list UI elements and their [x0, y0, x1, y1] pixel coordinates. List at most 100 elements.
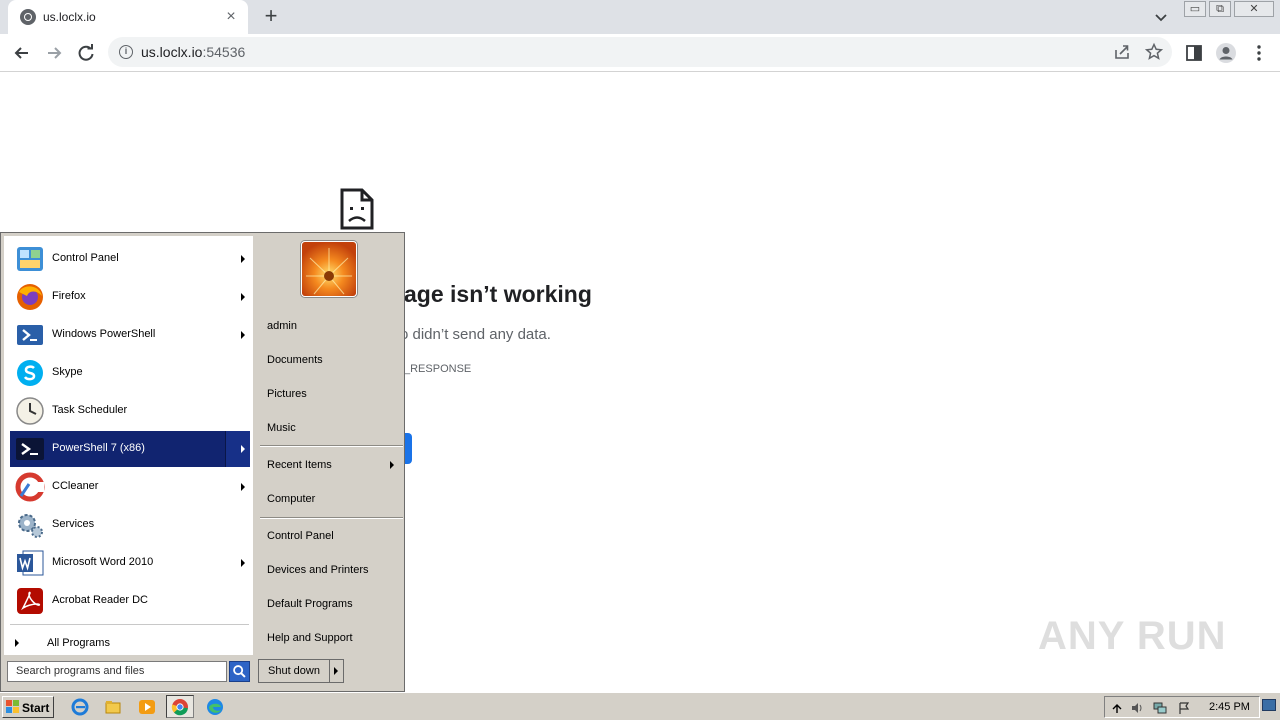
- start-menu-link-label: Control Panel: [267, 530, 334, 542]
- error-description: o didn’t send any data.: [400, 326, 551, 343]
- forward-icon[interactable]: [41, 40, 67, 66]
- start-menu-link-label: Default Programs: [267, 598, 353, 610]
- start-menu-item-label: Microsoft Word 2010: [52, 556, 154, 568]
- window-close-button[interactable]: ✕: [1234, 1, 1274, 17]
- start-menu-link[interactable]: admin: [260, 315, 402, 337]
- taskbar: Start 2:45 PM: [0, 692, 1280, 720]
- action-center-flag-icon[interactable]: [1177, 701, 1191, 715]
- start-menu-link[interactable]: Computer: [260, 488, 402, 510]
- start-button[interactable]: Start: [2, 696, 54, 718]
- start-menu-link[interactable]: Music: [260, 417, 402, 439]
- volume-icon[interactable]: [1130, 701, 1144, 715]
- file-explorer-icon[interactable]: [104, 698, 122, 716]
- start-menu-item-label: Control Panel: [52, 252, 119, 264]
- task-scheduler-icon: [16, 397, 44, 425]
- system-tray: 2:45 PM: [1104, 696, 1260, 718]
- start-menu-item[interactable]: CCleaner: [10, 469, 250, 505]
- tab-title: us.loclx.io: [43, 10, 96, 24]
- start-menu-item[interactable]: Firefox: [10, 279, 250, 315]
- edge-icon[interactable]: [206, 698, 224, 716]
- start-menu-link-label: Devices and Printers: [267, 564, 369, 576]
- minimize-button[interactable]: ▭: [1184, 1, 1206, 17]
- start-menu-link-label: Documents: [267, 354, 323, 366]
- start-menu-item[interactable]: Skype: [10, 355, 250, 391]
- close-icon[interactable]: ×: [222, 8, 240, 26]
- profile-icon[interactable]: [1215, 42, 1237, 64]
- back-icon[interactable]: [9, 40, 35, 66]
- start-menu-link[interactable]: Control Panel: [260, 525, 402, 547]
- divider: [260, 445, 403, 447]
- programs-pane: Control Panel Firefox Windows PowerShell Sk…: [4, 236, 253, 655]
- start-menu-link[interactable]: Documents: [260, 349, 402, 371]
- start-menu-item[interactable]: Services: [10, 507, 250, 543]
- start-label: Start: [22, 701, 50, 715]
- start-menu-link-label: Help and Support: [267, 632, 353, 644]
- sad-page-icon: [340, 188, 374, 230]
- start-menu-link[interactable]: Pictures: [260, 383, 402, 405]
- tab-strip: us.loclx.io × + ▭ ⧉ ✕: [0, 0, 1280, 34]
- show-hidden-icons-icon[interactable]: [1110, 701, 1124, 715]
- chrome-icon: [171, 699, 188, 716]
- bookmark-star-icon[interactable]: [1143, 41, 1165, 63]
- services-icon: [18, 514, 43, 538]
- start-menu-link[interactable]: Default Programs: [260, 593, 402, 615]
- flower-icon: [302, 242, 356, 296]
- menu-dots-icon[interactable]: [1248, 42, 1270, 64]
- chrome-taskbar-button[interactable]: [166, 695, 194, 718]
- acrobat-icon: [17, 588, 43, 614]
- user-avatar[interactable]: [301, 241, 357, 297]
- error-code: _RESPONSE: [404, 363, 472, 375]
- start-menu-item-label: Task Scheduler: [52, 404, 128, 416]
- share-icon[interactable]: [1111, 41, 1133, 63]
- start-menu-link[interactable]: Devices and Printers: [260, 559, 402, 581]
- shutdown-group: Shut down: [258, 659, 344, 683]
- skype-icon: [17, 360, 43, 386]
- media-player-icon[interactable]: [138, 698, 156, 716]
- start-menu-item[interactable]: Acrobat Reader DC: [10, 583, 250, 619]
- url-port: :54536: [202, 44, 246, 60]
- powershell7-icon: [16, 438, 44, 460]
- start-menu: Control Panel Firefox Windows PowerShell Sk…: [0, 232, 405, 692]
- word-icon: [17, 550, 44, 576]
- info-icon[interactable]: i: [119, 45, 133, 59]
- arrow-right-icon: [241, 559, 245, 567]
- network-icon[interactable]: [1153, 701, 1167, 715]
- start-menu-item[interactable]: PowerShell 7 (x86): [10, 431, 250, 467]
- divider: [260, 517, 403, 519]
- start-menu-link[interactable]: Recent Items: [260, 454, 402, 476]
- start-menu-link[interactable]: Help and Support: [260, 627, 402, 649]
- anyrun-watermark: ANY RUN: [1038, 606, 1238, 670]
- all-programs-button[interactable]: All Programs: [10, 633, 250, 653]
- start-menu-item-label: Windows PowerShell: [52, 328, 156, 340]
- search-icon[interactable]: [229, 661, 250, 682]
- start-menu-item[interactable]: Windows PowerShell: [10, 317, 250, 353]
- address-bar[interactable]: i us.loclx.io:54536: [108, 37, 1172, 67]
- start-menu-item[interactable]: Control Panel: [10, 241, 250, 277]
- start-menu-item-label: Firefox: [52, 290, 86, 302]
- start-menu-item[interactable]: Task Scheduler: [10, 393, 250, 429]
- browser-tab[interactable]: us.loclx.io ×: [8, 0, 248, 34]
- start-menu-item-label: CCleaner: [52, 480, 99, 492]
- clock[interactable]: 2:45 PM: [1209, 701, 1250, 713]
- shutdown-button[interactable]: Shut down: [258, 659, 330, 683]
- start-menu-link-label: Recent Items: [267, 459, 332, 471]
- start-menu-item[interactable]: Microsoft Word 2010: [10, 545, 250, 581]
- internet-explorer-icon[interactable]: [71, 698, 89, 716]
- shutdown-options-button[interactable]: [330, 659, 344, 683]
- side-panel-icon[interactable]: [1183, 42, 1205, 64]
- reload-icon[interactable]: [73, 40, 99, 66]
- start-menu-item-label: PowerShell 7 (x86): [52, 442, 145, 454]
- start-menu-item-label: Skype: [52, 366, 83, 378]
- globe-icon: [20, 9, 36, 25]
- arrow-right-icon: [241, 331, 245, 339]
- search-input[interactable]: Search programs and files: [7, 661, 227, 682]
- watermark-text: ANY RUN: [1038, 614, 1227, 658]
- show-desktop-button[interactable]: [1262, 699, 1276, 711]
- firefox-icon: [17, 284, 43, 310]
- chevron-down-icon[interactable]: [1152, 8, 1170, 26]
- new-tab-button[interactable]: +: [259, 4, 283, 28]
- start-menu-item-label: Services: [52, 518, 95, 530]
- restore-button[interactable]: ⧉: [1209, 1, 1231, 17]
- start-menu-link-label: Music: [267, 422, 296, 434]
- submenu-toggle[interactable]: [225, 431, 250, 467]
